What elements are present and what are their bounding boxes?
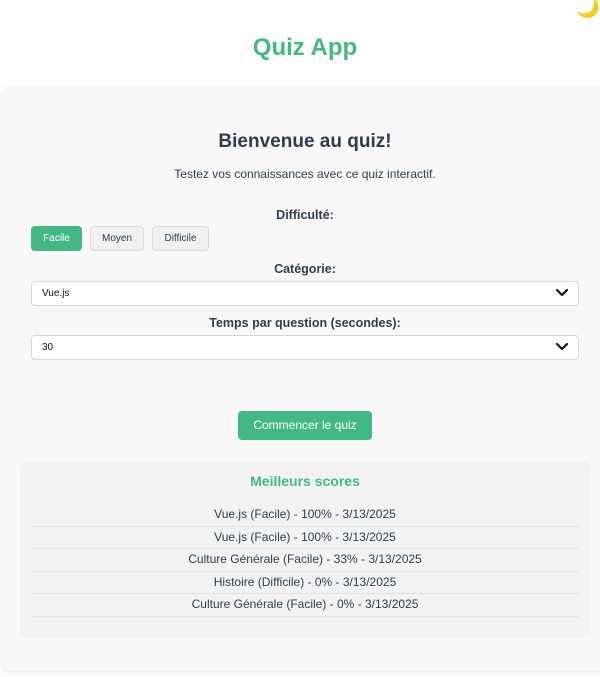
score-item: Vue.js (Facile) - 100% - 3/13/2025	[31, 504, 579, 527]
score-item: Culture Générale (Facile) - 0% - 3/13/20…	[31, 594, 579, 617]
theme-toggle-button[interactable]: 🌙	[576, 0, 600, 20]
welcome-title: Bienvenue au quiz!	[218, 131, 392, 152]
score-item: Vue.js (Facile) - 100% - 3/13/2025	[31, 527, 579, 549]
difficulty-easy-button[interactable]: Facile	[31, 226, 82, 251]
category-selected-value: Vue.js	[42, 288, 70, 299]
app-title: Quiz App	[252, 34, 358, 61]
time-select[interactable]: 30	[31, 335, 579, 360]
difficulty-medium-button[interactable]: Moyen	[90, 226, 144, 251]
welcome-subtitle: Testez vos connaissances avec ce quiz in…	[174, 167, 436, 181]
difficulty-hard-button[interactable]: Difficile	[152, 226, 209, 251]
time-label: Temps par question (secondes):	[209, 316, 401, 330]
high-scores-list: Vue.js (Facile) - 100% - 3/13/2025 Vue.j…	[31, 504, 579, 617]
moon-icon: 🌙	[576, 0, 600, 19]
score-item: Culture Générale (Facile) - 33% - 3/13/2…	[31, 549, 579, 572]
category-select[interactable]: Vue.js	[31, 281, 579, 306]
difficulty-label: Difficulté:	[276, 208, 334, 222]
chevron-down-icon	[555, 342, 569, 351]
category-label: Catégorie:	[274, 262, 336, 276]
high-scores-title: Meilleurs scores	[250, 473, 360, 489]
chevron-down-icon	[555, 288, 569, 297]
time-selected-value: 30	[42, 342, 54, 353]
start-quiz-button[interactable]: Commencer le quiz	[238, 411, 372, 440]
score-item: Histoire (Difficile) - 0% - 3/13/2025	[31, 572, 579, 594]
